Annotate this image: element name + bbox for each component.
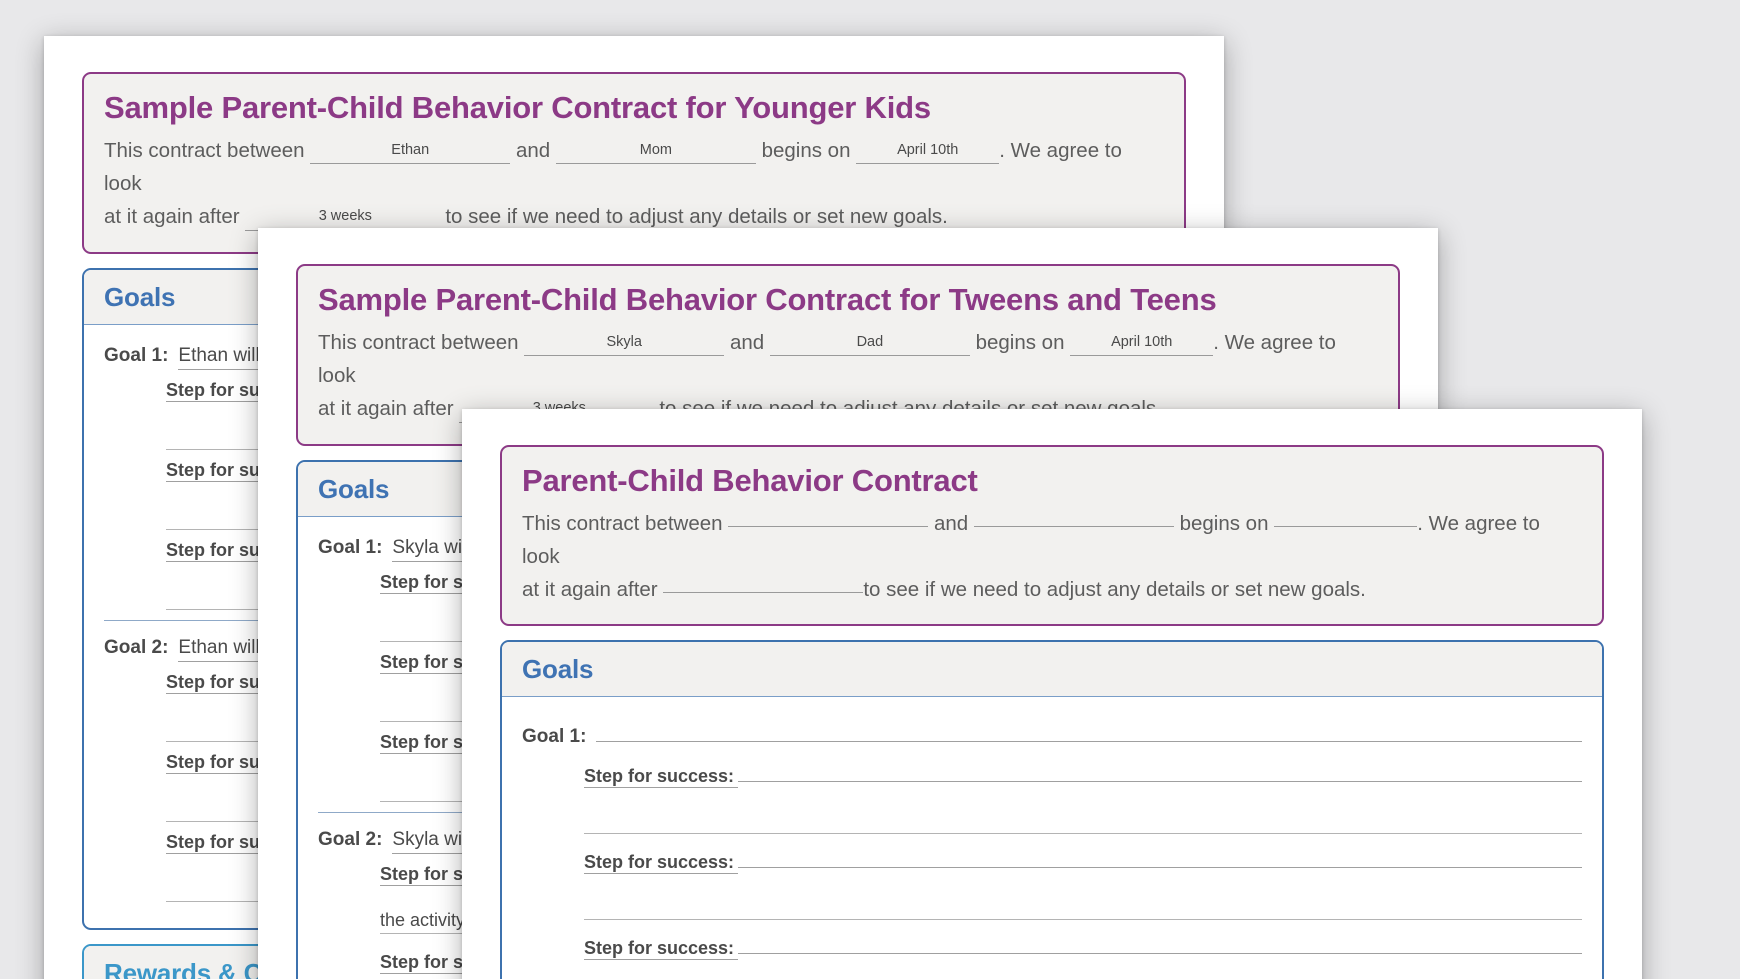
goals-section-body: Goal 1: Step for success: Step for succe…	[502, 697, 1602, 979]
intro-text-1: This contract between	[104, 138, 305, 162]
intro-text-4: at it again after	[318, 397, 454, 421]
step-label: Step for success:	[584, 938, 739, 961]
intro-text-4: at it again after	[104, 205, 240, 229]
goal-label: Goal 1:	[522, 726, 587, 748]
goals-section-header: Goals	[502, 642, 1602, 698]
parent-name-field[interactable]: Dad	[769, 331, 970, 357]
intro-text-2: begins on	[1179, 511, 1269, 535]
intro-text-5: to see if we need to adjust any details …	[863, 577, 1366, 601]
page-title: Parent-Child Behavior Contract	[522, 463, 978, 498]
goal-label: Goal 2:	[104, 636, 169, 658]
start-date-field[interactable]: April 10th	[1070, 331, 1214, 357]
intro-conjunction: and	[933, 511, 969, 535]
goal-label: Goal 2:	[318, 828, 383, 850]
intro-text-2: begins on	[975, 330, 1065, 354]
step-input[interactable]	[738, 758, 1582, 783]
contract-intro-paragraph: This contract between and begins on . We…	[522, 507, 1582, 607]
intro-text-1: This contract between	[522, 511, 723, 535]
goal-input[interactable]	[596, 717, 1582, 743]
step-label: Step for success:	[584, 852, 739, 875]
step-row: Step for success:	[584, 844, 1582, 875]
intro-text-4: at it again after	[522, 577, 658, 601]
goal-label: Goal 1:	[104, 344, 169, 366]
document-card-blank-contract[interactable]: Parent-Child Behavior Contract This cont…	[462, 409, 1642, 979]
goal-label: Goal 1:	[318, 536, 383, 558]
intro-text-1: This contract between	[318, 330, 519, 354]
goal-row: Goal 1:	[522, 717, 1582, 748]
child-name-field[interactable]	[728, 525, 929, 527]
intro-conjunction: and	[729, 330, 765, 354]
parent-name-field[interactable]	[973, 525, 1174, 527]
review-period-field[interactable]: 3 weeks	[245, 205, 446, 231]
step-label: Step for success:	[584, 766, 739, 789]
goals-section-title: Goals	[318, 473, 390, 504]
document-content: Parent-Child Behavior Contract This cont…	[462, 409, 1642, 979]
contract-header-panel: Parent-Child Behavior Contract This cont…	[500, 445, 1604, 627]
start-date-field[interactable]: April 10th	[856, 139, 1000, 165]
step-input-continued[interactable]	[584, 896, 1582, 921]
start-date-field[interactable]	[1274, 525, 1418, 527]
step-input[interactable]	[738, 844, 1582, 869]
page-title: Sample Parent-Child Behavior Contract fo…	[318, 282, 1217, 317]
intro-conjunction: and	[515, 138, 551, 162]
goals-section: Goals Goal 1: Step for success: Step for…	[500, 640, 1604, 979]
step-row: Step for success:	[584, 930, 1582, 961]
step-input[interactable]	[738, 930, 1582, 955]
child-name-field[interactable]: Ethan	[310, 139, 511, 165]
step-row: Step for success:	[584, 758, 1582, 789]
intro-text-5: to see if we need to adjust any details …	[445, 205, 948, 229]
steps-wrapper: Step for success: Step for success: Step…	[522, 758, 1582, 979]
step-input-continued[interactable]	[584, 810, 1582, 835]
intro-text-2: begins on	[761, 138, 851, 162]
parent-name-field[interactable]: Mom	[555, 139, 756, 165]
review-period-field[interactable]	[663, 591, 864, 593]
goals-section-title: Goals	[522, 654, 594, 685]
goal-block: Goal 1: Step for success: Step for succe…	[522, 711, 1582, 979]
screenshot-stage: Sample Parent-Child Behavior Contract fo…	[0, 0, 1740, 979]
contract-header-panel: Sample Parent-Child Behavior Contract fo…	[82, 72, 1186, 254]
contract-intro-paragraph: This contract between Ethan and Mom begi…	[104, 134, 1164, 234]
child-name-field[interactable]: Skyla	[524, 331, 725, 357]
goals-section-title: Goals	[104, 281, 176, 312]
page-title: Sample Parent-Child Behavior Contract fo…	[104, 90, 931, 125]
